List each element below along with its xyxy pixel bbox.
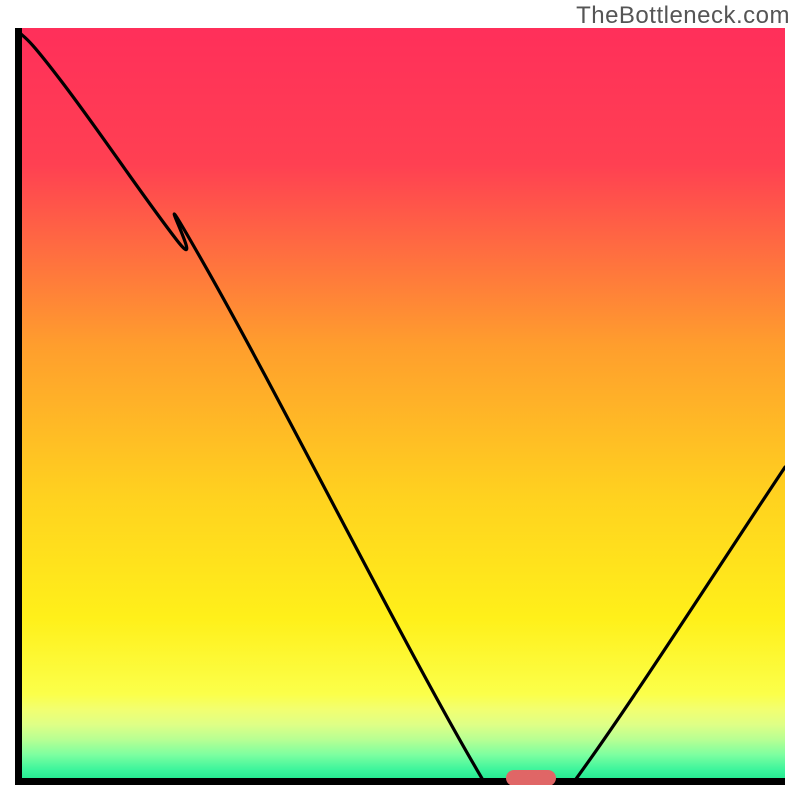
chart-container: TheBottleneck.com: [0, 0, 800, 800]
watermark-label: TheBottleneck.com: [576, 2, 790, 30]
gradient-background: [15, 28, 785, 785]
plot-area: [15, 28, 785, 785]
sweet-spot-marker: [506, 770, 556, 785]
